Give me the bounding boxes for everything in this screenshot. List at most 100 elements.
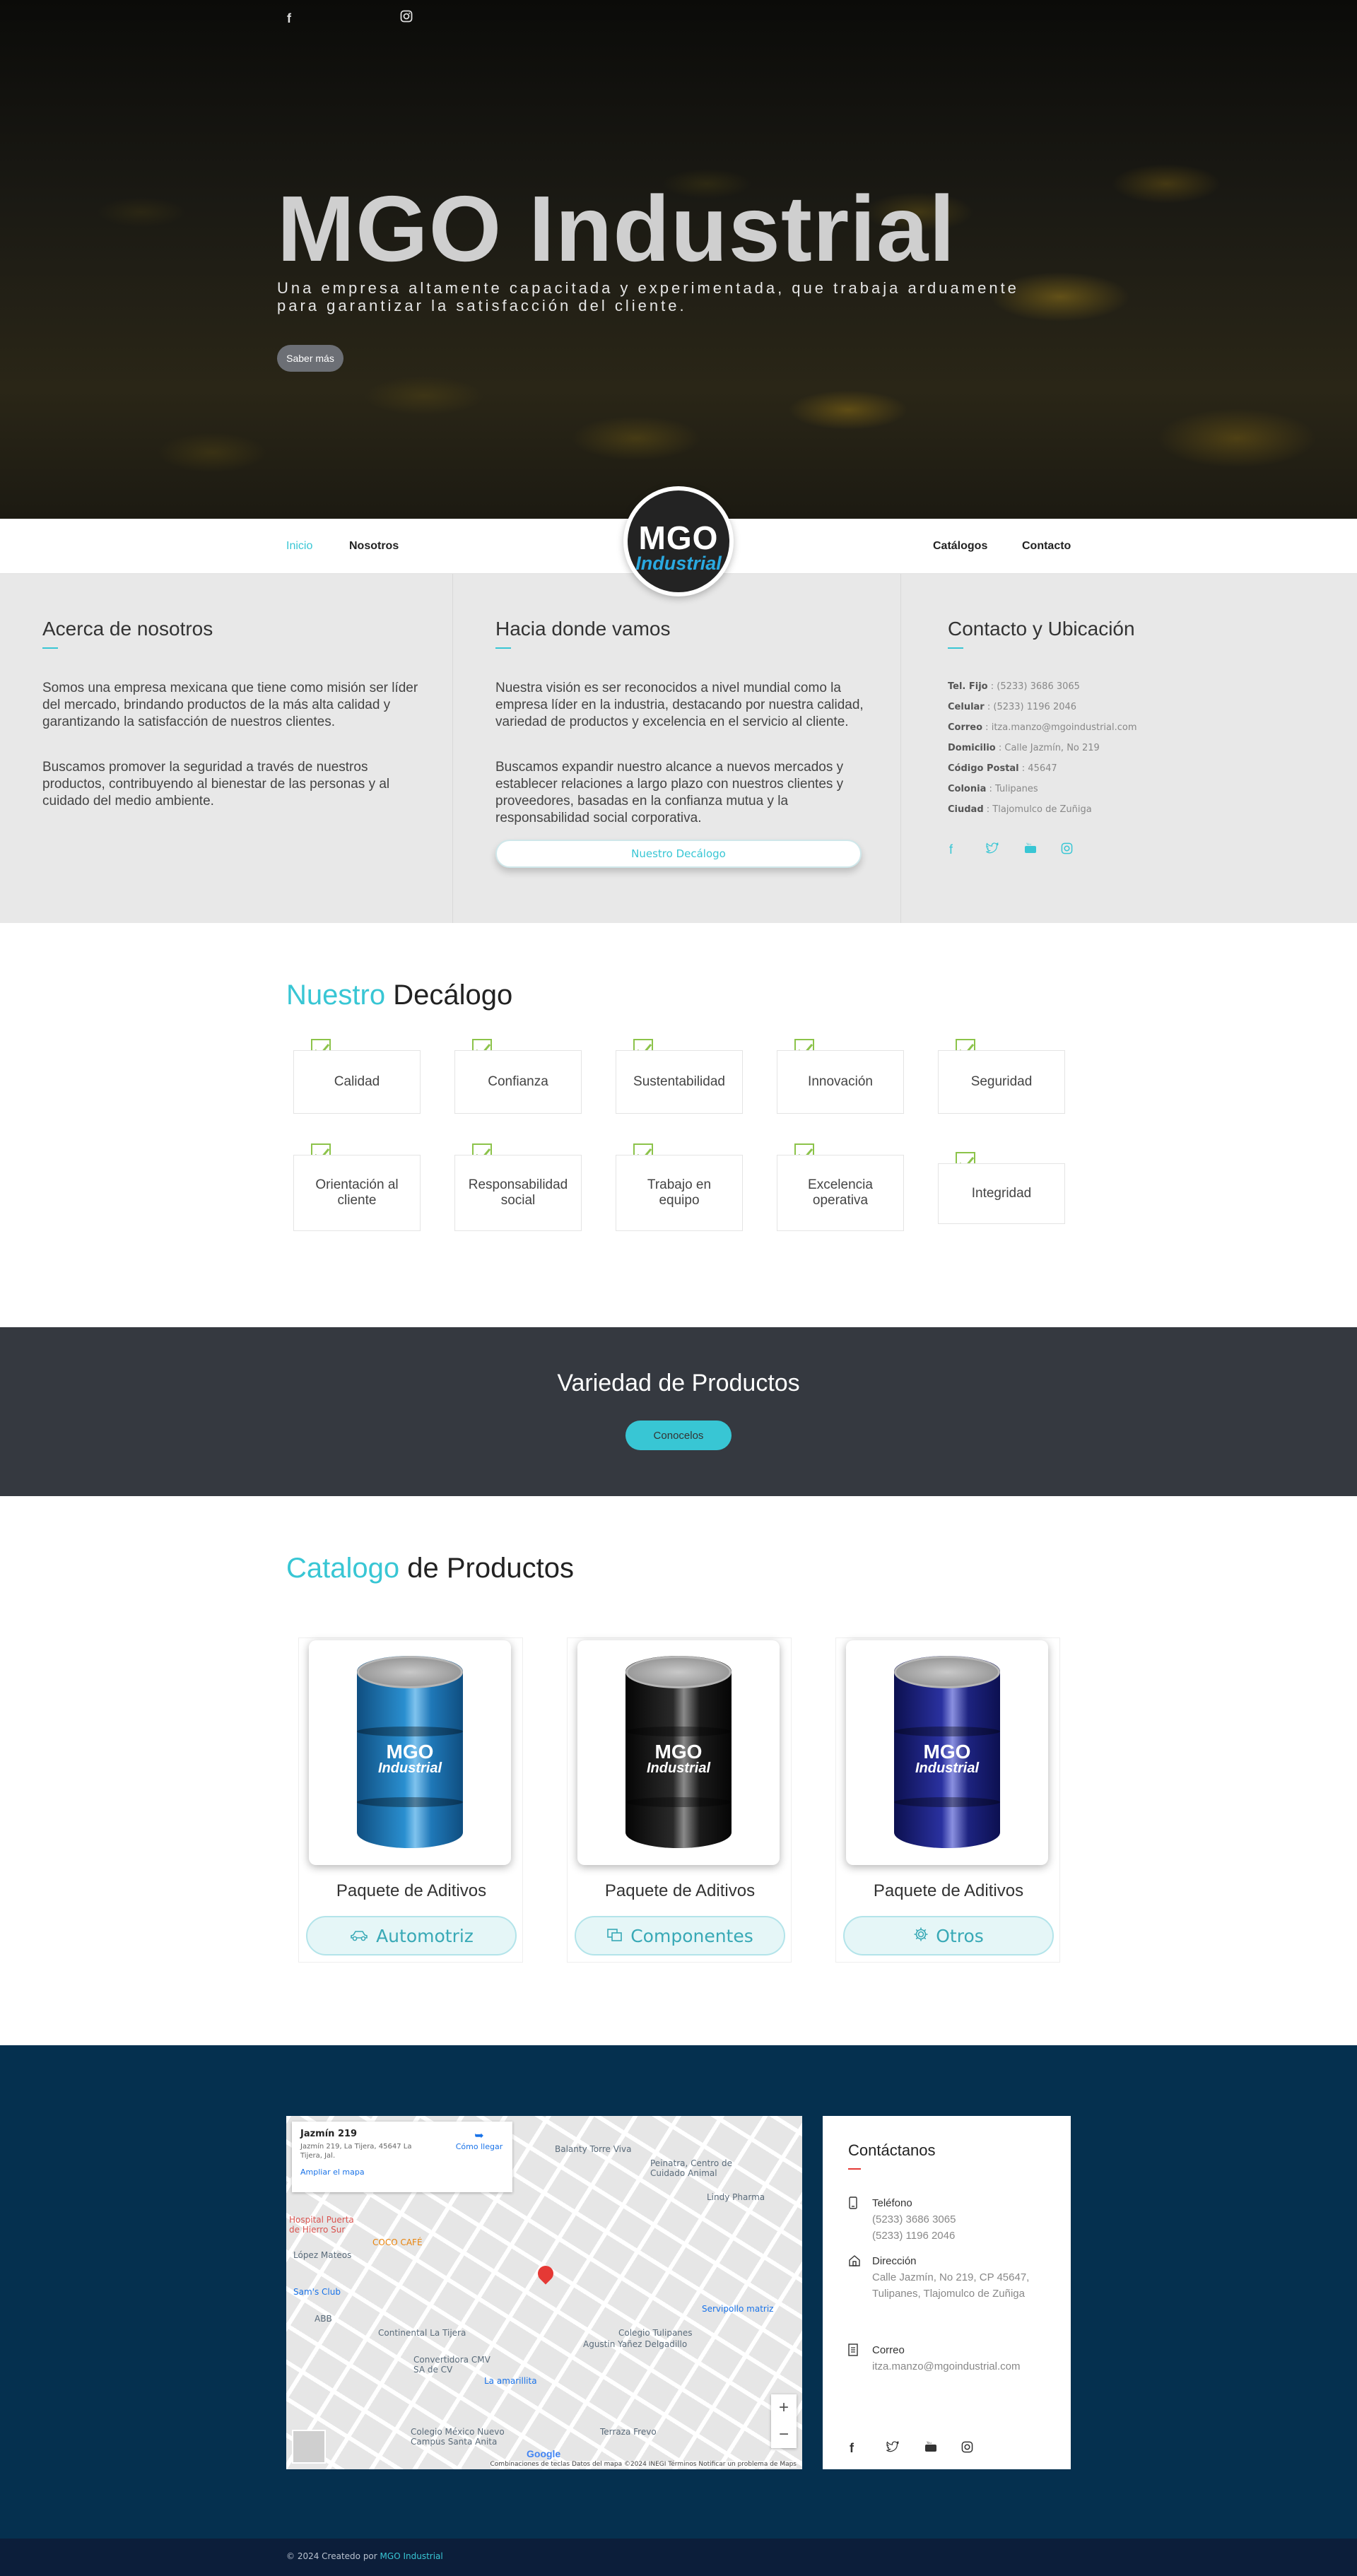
product-image: MGO Industrial: [846, 1640, 1048, 1865]
product-card-otros: MGO Industrial Paquete de Aditivos Otros: [835, 1637, 1060, 1963]
copyright-text: © 2024 Createdo por MGO Industrial: [286, 2551, 443, 2561]
phone-icon: [848, 2196, 858, 2214]
saber-mas-button[interactable]: Saber más: [277, 345, 343, 372]
map-label: ABB: [315, 2314, 332, 2324]
conocelos-button[interactable]: Conocelos: [625, 1421, 732, 1450]
barrel-image: MGO Industrial: [894, 1656, 1000, 1848]
map-label: Servipollo matriz: [702, 2304, 774, 2314]
google-logo: Google: [527, 2448, 561, 2459]
nav-inicio[interactable]: Inicio: [286, 540, 312, 553]
map-label: Lindy Pharma: [707, 2192, 765, 2202]
instagram-icon[interactable]: [400, 10, 413, 26]
youtube-icon[interactable]: You: [924, 2441, 937, 2456]
about-section: Acerca de nosotros Somos una empresa mex…: [0, 574, 1357, 923]
map-label: Hospital Puerta de Hierro Sur: [289, 2215, 354, 2235]
youtube-icon[interactable]: You: [1024, 842, 1037, 857]
value-card-seguridad: Seguridad: [938, 1050, 1065, 1114]
instagram-icon[interactable]: [1061, 842, 1073, 858]
bottom-bar: © 2024 Createdo por MGO Industrial: [0, 2539, 1357, 2576]
vision-title: Hacia donde vamos: [495, 618, 671, 640]
contact-column: Contacto y Ubicación Tel. Fijo : (5233) …: [900, 574, 1357, 923]
map-label: López Mateos: [293, 2250, 352, 2260]
value-card-integridad: Integridad: [938, 1163, 1065, 1224]
embedded-map[interactable]: Jazmín 219 Jazmín 219, La Tijera, 45647 …: [286, 2116, 802, 2469]
map-place-card: Jazmín 219 Jazmín 219, La Tijera, 45647 …: [292, 2122, 512, 2192]
product-card-componentes: MGO Industrial Paquete de Aditivos Compon…: [567, 1637, 792, 1963]
map-label: Sam's Club: [293, 2287, 341, 2297]
contact-mail-item: Correo itza.manzo@mgoindustrial.com: [848, 2342, 1053, 2375]
title-underline: [495, 647, 511, 649]
twitter-icon[interactable]: [986, 842, 999, 857]
decalogo-button[interactable]: Nuestro Decálogo: [495, 840, 862, 868]
zoom-out-icon[interactable]: −: [771, 2421, 797, 2448]
facebook-icon[interactable]: f: [949, 842, 953, 857]
contact-title: Contacto y Ubicación: [948, 618, 1135, 640]
footer-section: Jazmín 219 Jazmín 219, La Tijera, 45647 …: [0, 2045, 1357, 2539]
site-logo[interactable]: MGO Industrial: [623, 486, 734, 596]
otros-button[interactable]: Otros: [843, 1916, 1054, 1955]
value-card-calidad: Calidad: [293, 1050, 421, 1114]
map-label: Continental La Tijera: [378, 2328, 466, 2338]
value-card-sustentabilidad: Sustentabilidad: [616, 1050, 743, 1114]
zoom-in-icon[interactable]: +: [771, 2394, 797, 2421]
contact-line: Ciudad : Tlajomulco de Zuñiga: [948, 804, 1092, 815]
vision-paragraph-2: Buscamos expandir nuestro alcance a nuev…: [495, 760, 844, 825]
map-marker-icon[interactable]: [534, 2262, 557, 2285]
nav-contacto[interactable]: Contacto: [1022, 540, 1071, 553]
decalogo-title: Nuestro Decálogo: [286, 980, 513, 1011]
map-attribution: Combinaciones de teclas Datos del mapa ©…: [490, 2461, 797, 2468]
barrel-image: MGO Industrial: [625, 1656, 732, 1848]
contact-phone-item: Teléfono (5233) 3686 3065 (5233) 1196 20…: [848, 2195, 1053, 2244]
title-underline: [42, 647, 58, 649]
map-label: Agustin Yañez Delgadillo: [583, 2339, 688, 2349]
svg-text:You: You: [926, 2441, 932, 2445]
title-underline: [948, 647, 963, 649]
about-us-paragraph-2: Buscamos promover la seguridad a través …: [42, 760, 390, 808]
facebook-icon[interactable]: f: [287, 11, 291, 26]
barrel-image: MGO Industrial: [357, 1656, 463, 1848]
value-card-excelencia: Excelencia operativa: [777, 1155, 904, 1231]
product-image: MGO Industrial: [309, 1640, 511, 1865]
nav-catalogos[interactable]: Catálogos: [933, 540, 987, 553]
address-icon: [848, 2254, 861, 2272]
map-label: Convertidora CMV SA de CV: [413, 2355, 490, 2375]
logo-industrial-text: Industrial: [635, 553, 722, 574]
value-card-orientacion: Orientación al cliente: [293, 1155, 421, 1231]
directions-icon: ➥: [474, 2129, 484, 2142]
footer-contact-card: Contáctanos Teléfono (5233) 3686 3065 (5…: [823, 2116, 1071, 2469]
map-layer-thumbnail[interactable]: [292, 2430, 326, 2464]
title-underline: [848, 2168, 861, 2170]
vision-column: Hacia donde vamos Nuestra visión es ser …: [452, 574, 900, 923]
product-image: MGO Industrial: [577, 1640, 780, 1865]
button-label: Componentes: [630, 1925, 753, 1946]
banner-title: Variedad de Productos: [557, 1370, 800, 1396]
facebook-icon[interactable]: f: [850, 2441, 854, 2456]
button-label: Otros: [936, 1925, 984, 1946]
catalog-title: Catalogo de Productos: [286, 1553, 574, 1584]
products-banner: Variedad de Productos Conocelos: [0, 1327, 1357, 1496]
directions-link[interactable]: ➥ Cómo llegar: [454, 2129, 504, 2151]
map-label: Peinatra, Centro de Cuidado Animal: [650, 2158, 733, 2178]
gear-icon: [913, 1926, 929, 1946]
contact-line: Celular : (5233) 1196 2046: [948, 702, 1077, 712]
about-us-title: Acerca de nosotros: [42, 618, 213, 640]
automotriz-button[interactable]: Automotriz: [306, 1916, 517, 1955]
enlarge-map-link[interactable]: Ampliar el mapa: [300, 2168, 504, 2177]
hero-title: MGO Industrial: [277, 177, 956, 281]
mail-icon: [848, 2343, 858, 2361]
instagram-icon[interactable]: [961, 2441, 973, 2457]
hero-section: f MGO Industrial Una empresa altamente c…: [0, 0, 1357, 519]
map-label: COCO CAFÉ: [372, 2237, 423, 2247]
value-card-trabajo: Trabajo en equipo: [616, 1155, 743, 1231]
copyright-link[interactable]: MGO Industrial: [380, 2551, 443, 2561]
about-us-paragraph-1: Somos una empresa mexicana que tiene com…: [42, 681, 418, 729]
contact-line: Domicilio : Calle Jazmín, No 219: [948, 743, 1100, 753]
contact-line: Tel. Fijo : (5233) 3686 3065: [948, 681, 1080, 692]
logo-mgo-text: MGO: [638, 519, 719, 556]
nav-nosotros[interactable]: Nosotros: [349, 540, 399, 553]
contact-card-title: Contáctanos: [848, 2141, 936, 2159]
componentes-button[interactable]: Componentes: [575, 1916, 785, 1955]
map-zoom-control[interactable]: + −: [771, 2394, 797, 2448]
product-card-automotriz: MGO Industrial Paquete de Aditivos Automo…: [298, 1637, 523, 1963]
twitter-icon[interactable]: [886, 2440, 899, 2456]
